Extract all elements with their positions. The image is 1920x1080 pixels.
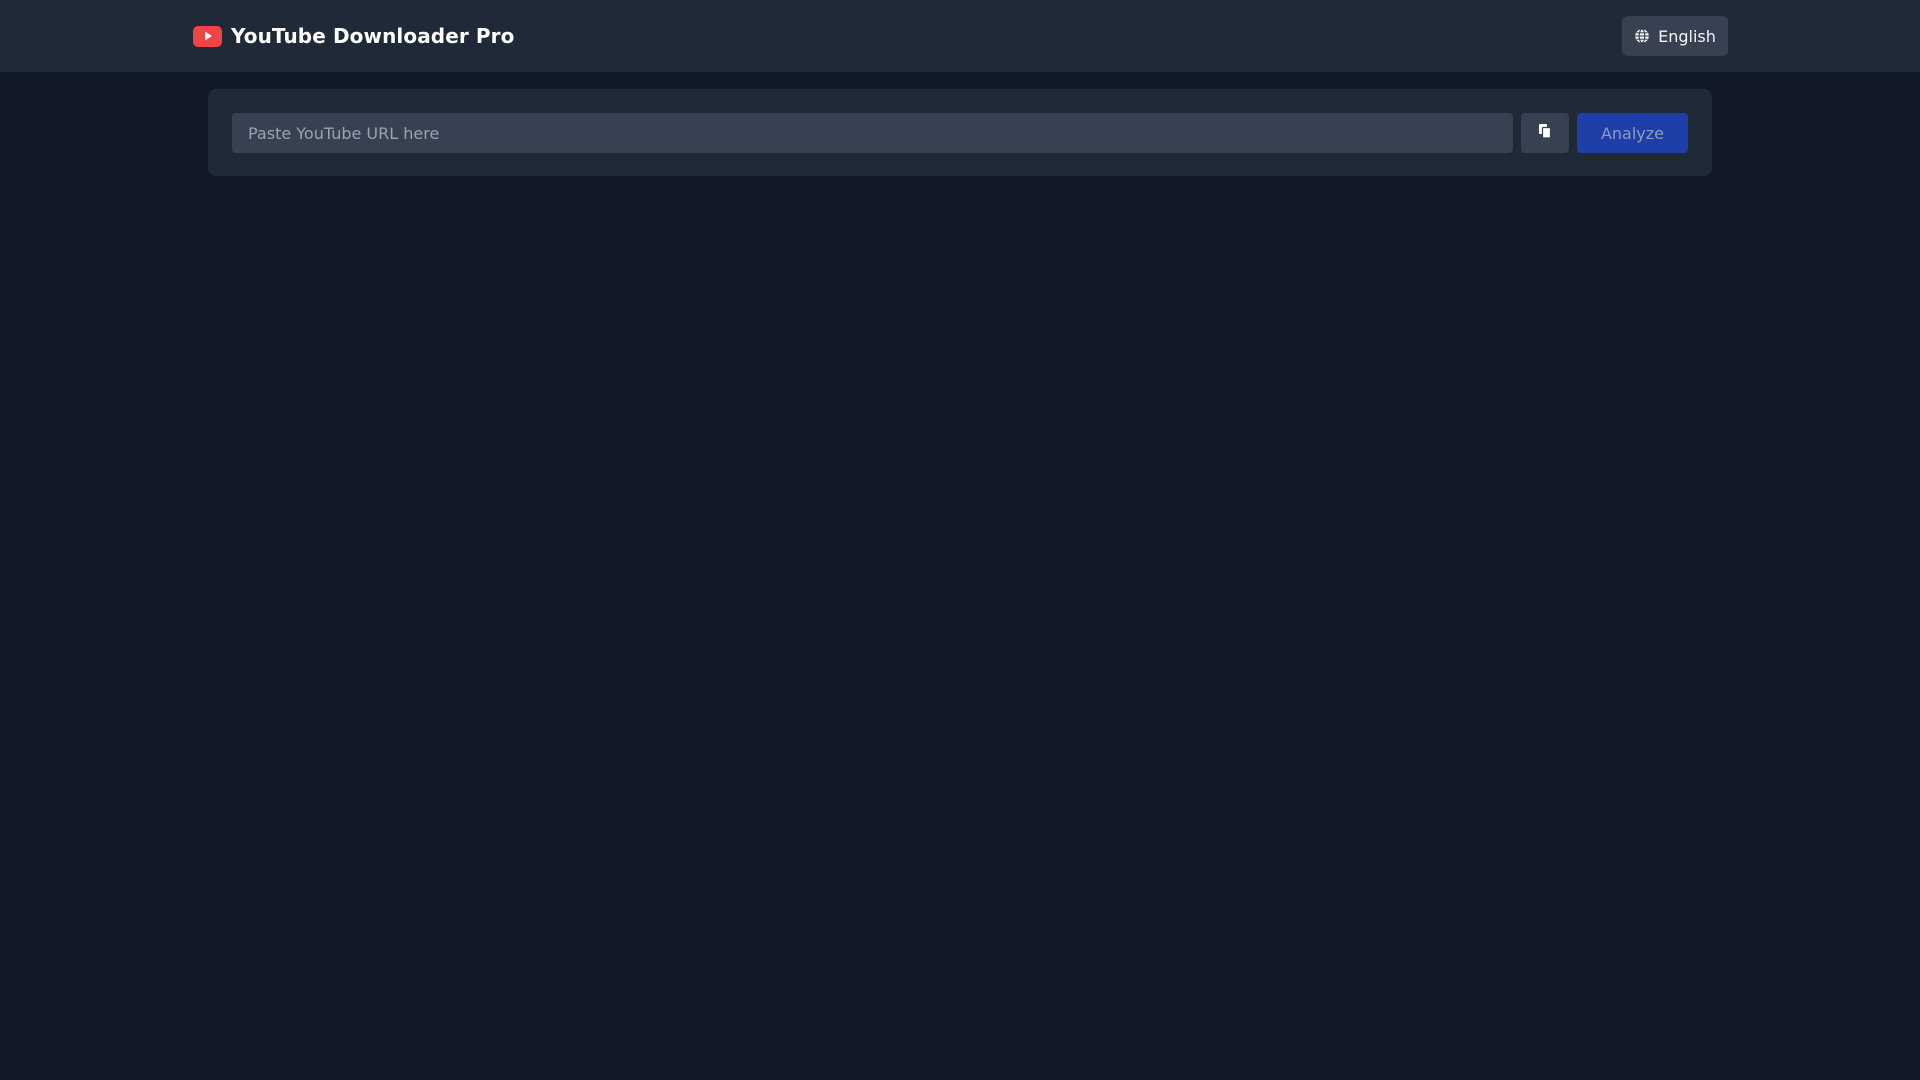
url-panel: Analyze: [208, 89, 1712, 176]
app-title: YouTube Downloader Pro: [231, 24, 515, 48]
analyze-label: Analyze: [1600, 123, 1665, 143]
language-selector-button[interactable]: English: [1622, 16, 1728, 56]
youtube-logo-icon: [193, 25, 222, 47]
paste-button[interactable]: [1521, 113, 1569, 153]
analyze-button[interactable]: Analyze: [1577, 113, 1688, 153]
url-input[interactable]: [232, 113, 1513, 153]
clipboard-paste-icon: [1538, 123, 1552, 143]
top-header: YouTube Downloader Pro English: [0, 0, 1920, 72]
language-label: English: [1658, 26, 1716, 46]
globe-icon: [1634, 28, 1650, 44]
brand[interactable]: YouTube Downloader Pro: [193, 0, 514, 72]
